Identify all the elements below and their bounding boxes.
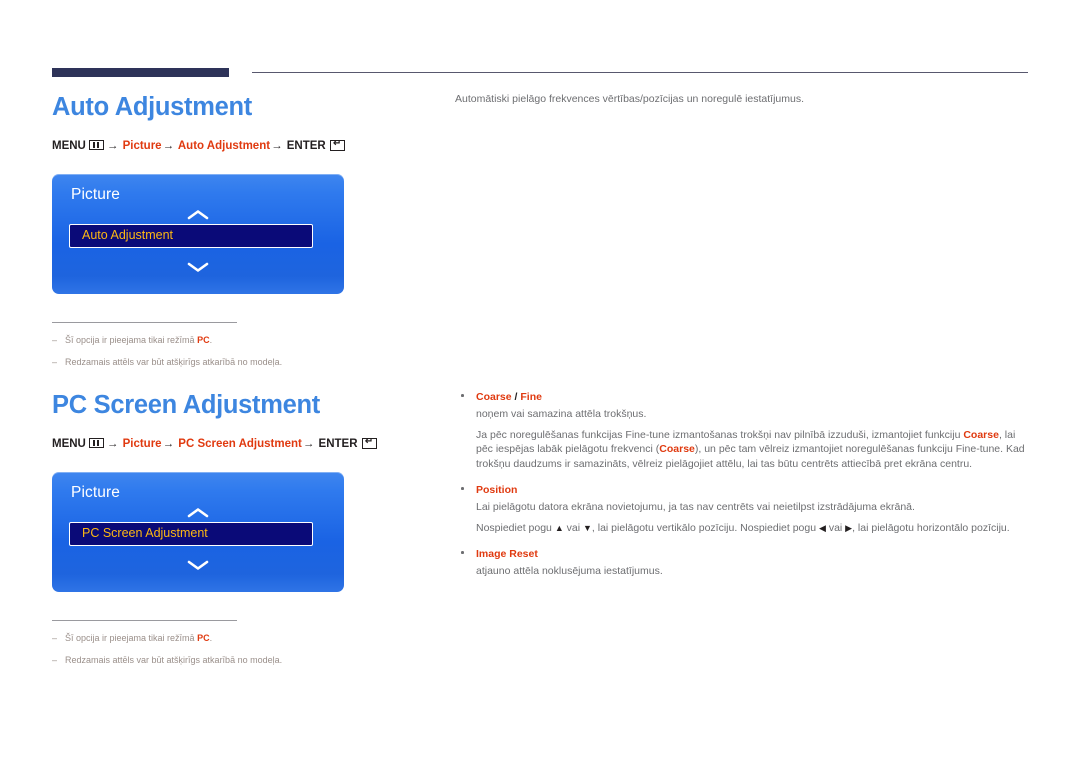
- page-header-rule: [52, 68, 1028, 77]
- feature-description: Automātiski pielāgo frekvences vērtības/…: [455, 93, 805, 105]
- section-auto-left-column: Auto Adjustment MENU → Picture→ Auto Adju…: [52, 92, 432, 378]
- menu-path-step-picture: Picture: [122, 140, 162, 152]
- page-title: Auto Adjustment: [52, 93, 252, 121]
- footnote-divider: [52, 322, 237, 323]
- manual-page: Auto Adjustment MENU → Picture→ Auto Adju…: [0, 0, 1080, 763]
- direction-arrow-icon: ▶: [845, 522, 853, 533]
- menu-path-arrow-3: →: [271, 140, 283, 152]
- menu-path-arrow-1: →: [106, 438, 119, 450]
- chevron-down-icon[interactable]: [52, 560, 344, 573]
- footnote-list: – Šī opcija ir pieejama tikai režīmā PC. …: [52, 620, 282, 666]
- bullet-paragraph: Ja pēc noregulēšanas funkcijas Fine-tune…: [476, 428, 1025, 470]
- bullet-title-main: Position: [476, 484, 518, 496]
- bullet-title-main: Image Reset: [476, 548, 538, 560]
- page-title: PC Screen Adjustment: [52, 391, 320, 419]
- bullet-paragraph: noņem vai samazina attēla trokšņus.: [476, 408, 647, 420]
- chevron-up-icon[interactable]: [52, 209, 344, 222]
- enter-return-icon: ↵: [329, 139, 345, 151]
- bullet-paragraph: Lai pielāgotu datora ekrāna novietojumu,…: [476, 501, 915, 513]
- footnote-text: Redzamais attēls var būt atšķirīgs atkar…: [65, 655, 283, 665]
- chevron-up-icon[interactable]: [52, 507, 344, 520]
- footnote-list: – Šī opcija ir pieejama tikai režīmā PC. …: [52, 322, 282, 368]
- direction-arrow-icon: ▲: [554, 522, 564, 533]
- bullet-item-coarse-fine: Coarse / Fine noņem vai samazina attēla …: [455, 390, 1035, 471]
- osd-selected-row-label: Auto Adjustment: [82, 228, 174, 242]
- section-auto-right-column: Automātiski pielāgo frekvences vērtības/…: [455, 92, 1035, 106]
- footnote-highlight: PC: [197, 335, 210, 345]
- menu-path-breadcrumb: MENU → Picture→ PC Screen Adjustment→ ENT…: [52, 437, 432, 451]
- bullet-title: Image Reset: [476, 547, 1035, 561]
- section-pcscreen-right-column: Coarse / Fine noņem vai samazina attēla …: [455, 390, 1035, 591]
- footnote-dash: –: [52, 357, 58, 367]
- footnote-item: – Redzamais attēls var būt atšķirīgs atka…: [52, 356, 282, 368]
- menu-path-arrow-3: →: [302, 438, 315, 450]
- footnote-dash: –: [52, 335, 58, 345]
- osd-selected-row-label: PC Screen Adjustment: [82, 526, 208, 540]
- bullet-paragraph: Nospiediet pogu ▲ vai ▼, lai pielāgotu v…: [476, 521, 1010, 534]
- footnote-text: Šī opcija ir pieejama tikai režīmā: [65, 335, 198, 345]
- menu-path-arrow-2: →: [162, 140, 175, 152]
- footnote-text: Šī opcija ir pieejama tikai režīmā: [65, 633, 198, 643]
- menu-path-arrow-2: →: [162, 438, 175, 450]
- inline-term: Coarse: [963, 428, 999, 441]
- osd-menu-title: Picture: [71, 186, 120, 203]
- header-rule-thick: [52, 68, 229, 77]
- direction-arrow-icon: ▼: [583, 522, 592, 533]
- bullet-item-image-reset: Image Reset atjauno attēla noklusējuma i…: [455, 547, 1035, 579]
- menu-path-enter-label: ENTER: [318, 438, 358, 450]
- footnote-dash: –: [52, 633, 58, 643]
- bullet-dot-icon: [461, 487, 464, 490]
- enter-return-icon: ↵: [361, 437, 377, 449]
- inline-term: Coarse: [659, 443, 695, 455]
- bullet-title-second: Fine: [520, 391, 542, 403]
- osd-selected-row[interactable]: PC Screen Adjustment: [69, 522, 313, 546]
- direction-arrow-icon: ◀: [818, 522, 826, 533]
- menu-path-step-picture: Picture: [122, 438, 162, 450]
- footnote-text: Redzamais attēls var būt atšķirīgs atkar…: [65, 357, 283, 367]
- footnote-divider: [52, 620, 237, 621]
- footnote-highlight: PC: [197, 633, 210, 643]
- bullet-item-position: Position Lai pielāgotu datora ekrāna nov…: [455, 483, 1035, 535]
- bullet-title-main: Coarse: [476, 391, 512, 403]
- bullet-title: Coarse / Fine: [476, 390, 1035, 404]
- footnote-item: – Šī opcija ir pieejama tikai režīmā PC.: [52, 334, 237, 346]
- bullet-dot-icon: [461, 394, 464, 397]
- osd-menu-title: Picture: [71, 484, 120, 501]
- osd-menu-preview: Picture Auto Adjustment: [52, 174, 344, 294]
- chevron-down-icon[interactable]: [52, 262, 344, 275]
- menu-path-menu-label: MENU: [52, 438, 86, 450]
- menu-grid-icon: [88, 438, 104, 448]
- menu-path-step-target: Auto Adjustment: [177, 140, 271, 152]
- footnote-text-after: .: [209, 335, 213, 345]
- footnote-dash: –: [52, 655, 58, 665]
- bullet-title: Position: [476, 483, 1035, 497]
- osd-selected-row[interactable]: Auto Adjustment: [69, 224, 313, 248]
- footnote-item: – Redzamais attēls var būt atšķirīgs atka…: [52, 654, 282, 666]
- menu-grid-icon: [88, 140, 104, 150]
- menu-path-enter-label: ENTER: [286, 140, 326, 152]
- header-rule-thin: [252, 72, 1028, 73]
- menu-path-arrow-1: →: [106, 140, 119, 152]
- bullet-paragraph: atjauno attēla noklusējuma iestatījumus.: [476, 565, 663, 577]
- menu-path-breadcrumb: MENU → Picture→ Auto Adjustment→ ENTER ↵: [52, 139, 432, 153]
- section-pcscreen-left-column: PC Screen Adjustment MENU → Picture→ PC S…: [52, 390, 432, 676]
- menu-path-menu-label: MENU: [52, 140, 86, 152]
- osd-menu-preview: Picture PC Screen Adjustment: [52, 472, 344, 592]
- footnote-text-after: .: [209, 633, 213, 643]
- bullet-dot-icon: [461, 551, 464, 554]
- menu-path-step-target: PC Screen Adjustment: [178, 438, 302, 450]
- footnote-item: – Šī opcija ir pieejama tikai režīmā PC.: [52, 632, 237, 644]
